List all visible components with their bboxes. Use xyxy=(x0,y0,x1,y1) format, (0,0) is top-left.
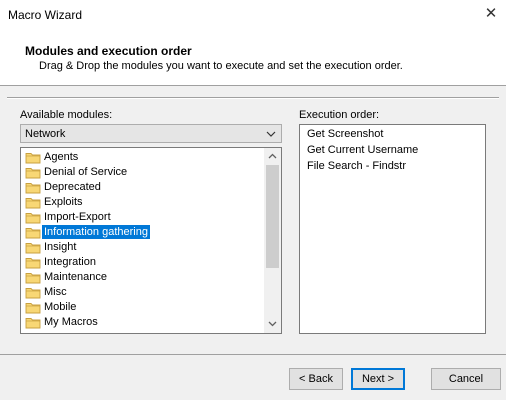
folder-icon xyxy=(25,317,41,329)
execution-item[interactable]: Get Screenshot xyxy=(307,127,383,142)
folder-icon xyxy=(25,182,41,194)
header-subtitle: Drag & Drop the modules you want to exec… xyxy=(39,60,403,72)
tree-item[interactable]: Maintenance xyxy=(25,270,109,285)
folder-icon xyxy=(25,257,41,269)
folder-icon xyxy=(25,242,41,254)
chevron-down-icon xyxy=(266,131,276,137)
tree-item-label: Agents xyxy=(44,151,79,164)
tree-item[interactable]: Import-Export xyxy=(25,210,113,225)
tree-item-label: Mobile xyxy=(44,301,77,314)
scrollbar-thumb[interactable] xyxy=(266,165,279,268)
tree-item-label: Insight xyxy=(44,241,77,254)
tree-item-label: Exploits xyxy=(44,196,83,209)
category-dropdown[interactable]: Network xyxy=(20,124,282,143)
cancel-button[interactable]: Cancel xyxy=(431,368,501,390)
tree-item-label: Import-Export xyxy=(44,211,111,224)
execution-item[interactable]: File Search - Findstr xyxy=(307,159,406,174)
scroll-down-icon[interactable] xyxy=(264,316,281,333)
back-button[interactable]: < Back xyxy=(289,368,343,390)
window-title: Macro Wizard xyxy=(8,8,83,22)
tree-item[interactable]: Mobile xyxy=(25,300,78,315)
close-icon[interactable]: ✕ xyxy=(476,0,506,30)
next-button[interactable]: Next > xyxy=(351,368,405,390)
modules-tree[interactable]: Agents Denial of Service Deprecated Exploit… xyxy=(20,147,282,334)
tree-item-label: Denial of Service xyxy=(44,166,128,179)
tree-item-label: Maintenance xyxy=(44,271,107,284)
tree-item[interactable]: Information gathering xyxy=(25,225,150,240)
execution-order-label: Execution order: xyxy=(299,109,380,121)
tree-item[interactable]: Integration xyxy=(25,255,98,270)
tree-item[interactable]: Insight xyxy=(25,240,78,255)
tree-item[interactable]: Misc xyxy=(25,285,69,300)
tree-item-label: Misc xyxy=(44,286,67,299)
tree-item[interactable]: Exploits xyxy=(25,195,85,210)
scroll-up-icon[interactable] xyxy=(264,148,281,165)
category-dropdown-value: Network xyxy=(25,128,66,140)
folder-icon xyxy=(25,287,41,299)
tree-item-label: My Macros xyxy=(44,316,98,329)
wizard-header: Modules and execution order Drag & Drop … xyxy=(0,30,506,86)
header-title: Modules and execution order xyxy=(25,44,192,58)
available-modules-label: Available modules: xyxy=(20,109,113,121)
folder-icon xyxy=(25,167,41,179)
folder-icon xyxy=(25,302,41,314)
folder-icon xyxy=(25,197,41,209)
tree-item-label: Deprecated xyxy=(44,181,101,194)
divider xyxy=(7,97,499,99)
folder-icon xyxy=(25,152,41,164)
folder-icon xyxy=(25,227,41,239)
tree-item[interactable]: Agents xyxy=(25,150,80,165)
tree-item[interactable]: Denial of Service xyxy=(25,165,129,180)
tree-item[interactable]: Deprecated xyxy=(25,180,103,195)
tree-item-label: Integration xyxy=(44,256,96,269)
execution-item[interactable]: Get Current Username xyxy=(307,143,418,158)
execution-order-list[interactable]: Get Screenshot Get Current Username File… xyxy=(299,124,486,334)
tree-item[interactable]: My Macros xyxy=(25,315,100,330)
tree-item-label: Information gathering xyxy=(42,225,150,240)
folder-icon xyxy=(25,272,41,284)
modules-scrollbar[interactable] xyxy=(264,148,281,333)
title-bar: Macro Wizard ✕ xyxy=(0,0,506,30)
folder-icon xyxy=(25,212,41,224)
